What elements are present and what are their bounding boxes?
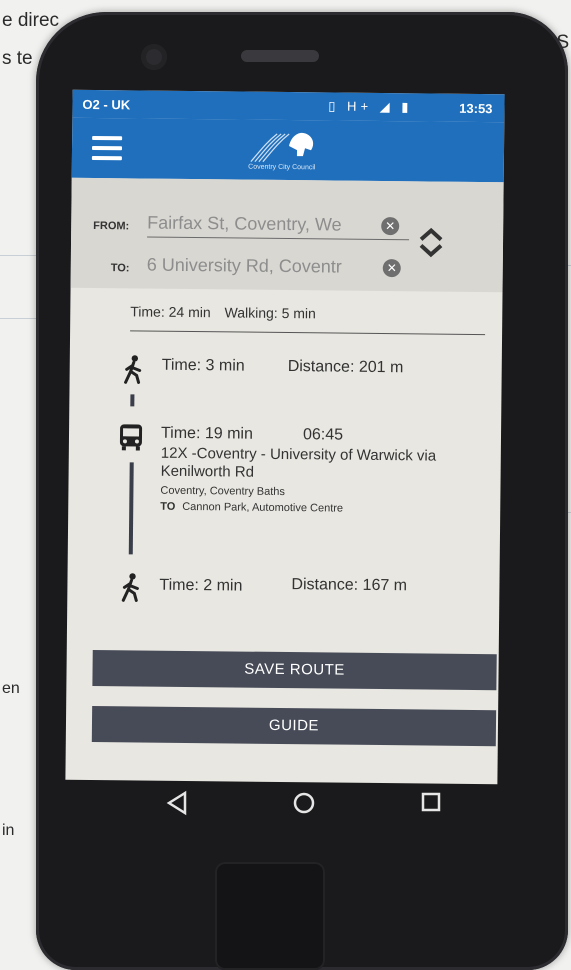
home-icon[interactable] bbox=[291, 790, 317, 816]
carrier-label: O2 - UK bbox=[82, 96, 131, 113]
back-icon[interactable] bbox=[165, 790, 189, 816]
from-label: FROM: bbox=[93, 219, 130, 233]
to-label: TO: bbox=[110, 262, 130, 275]
signal-icons: ▯ H+ ◢ ▮ bbox=[328, 98, 413, 115]
paper-text-side1: en bbox=[2, 680, 20, 697]
summary-divider bbox=[130, 330, 486, 336]
recent-apps-icon[interactable] bbox=[419, 790, 443, 814]
field-divider bbox=[147, 236, 410, 241]
phone-chin-button bbox=[215, 862, 325, 970]
earpiece-speaker bbox=[241, 50, 319, 62]
walk-connector bbox=[130, 394, 135, 407]
clear-to-icon[interactable]: ✕ bbox=[382, 259, 401, 278]
app-bar: Coventry City Council bbox=[71, 117, 505, 183]
paper-text-side2: in bbox=[2, 822, 15, 839]
paper-text-line2-left: s te bbox=[2, 48, 33, 69]
clear-from-icon[interactable]: ✕ bbox=[381, 216, 400, 236]
hamburger-menu-icon[interactable] bbox=[91, 135, 123, 161]
swap-direction-icon[interactable] bbox=[416, 225, 446, 259]
front-camera bbox=[141, 44, 167, 70]
walk2-time: Time: 2 min bbox=[159, 576, 243, 595]
walking-icon bbox=[124, 355, 142, 384]
walking-time: Walking: 5 min bbox=[224, 304, 316, 322]
council-logo: Coventry City Council bbox=[237, 123, 328, 176]
total-time: Time: 24 min bbox=[130, 303, 211, 321]
walk1-distance: Distance: 201 m bbox=[287, 358, 404, 377]
logo-text: Coventry City Council bbox=[248, 163, 316, 172]
bus-time: Time: 19 min bbox=[160, 424, 253, 443]
from-input[interactable]: Fairfax St, Coventry, We bbox=[147, 213, 375, 236]
paper-rule bbox=[0, 255, 40, 256]
paper-rule bbox=[0, 318, 40, 319]
walk1-time: Time: 3 min bbox=[161, 356, 245, 375]
bus-icon bbox=[119, 424, 143, 451]
bus-route: 12X -Coventry - University of Warwick vi… bbox=[160, 444, 437, 465]
phone-screen: O2 - UK ▯ H+ ◢ ▮ 13:53 Coventry City Cou… bbox=[65, 89, 505, 785]
route-form: FROM: Fairfax St, Coventry, We ✕ TO: 6 U… bbox=[70, 177, 504, 293]
to-input[interactable]: 6 University Rd, Coventr bbox=[147, 255, 375, 278]
bus-route-cont: Kenilworth Rd bbox=[160, 462, 255, 481]
bus-to-prefix: TO bbox=[160, 500, 176, 513]
bus-from-stop: Coventry, Coventry Baths bbox=[160, 484, 286, 499]
status-bar: O2 - UK ▯ H+ ◢ ▮ 13:53 bbox=[72, 89, 505, 123]
paper-text-line1-left: e direc bbox=[2, 10, 60, 31]
system-nav-bar bbox=[69, 782, 501, 832]
bus-connector bbox=[128, 462, 134, 555]
elephant-logo-icon bbox=[250, 132, 314, 163]
route-summary: Time: 24 min Walking: 5 min bbox=[130, 303, 326, 321]
guide-button[interactable]: GUIDE bbox=[91, 705, 497, 747]
bus-departure: 06:45 bbox=[302, 426, 344, 444]
clock: 13:53 bbox=[459, 100, 493, 117]
save-route-button[interactable]: SAVE ROUTE bbox=[92, 649, 497, 691]
walk2-distance: Distance: 167 m bbox=[291, 576, 408, 595]
bus-to-stop: Cannon Park, Automotive Centre bbox=[182, 500, 344, 515]
walking-icon bbox=[121, 573, 139, 602]
